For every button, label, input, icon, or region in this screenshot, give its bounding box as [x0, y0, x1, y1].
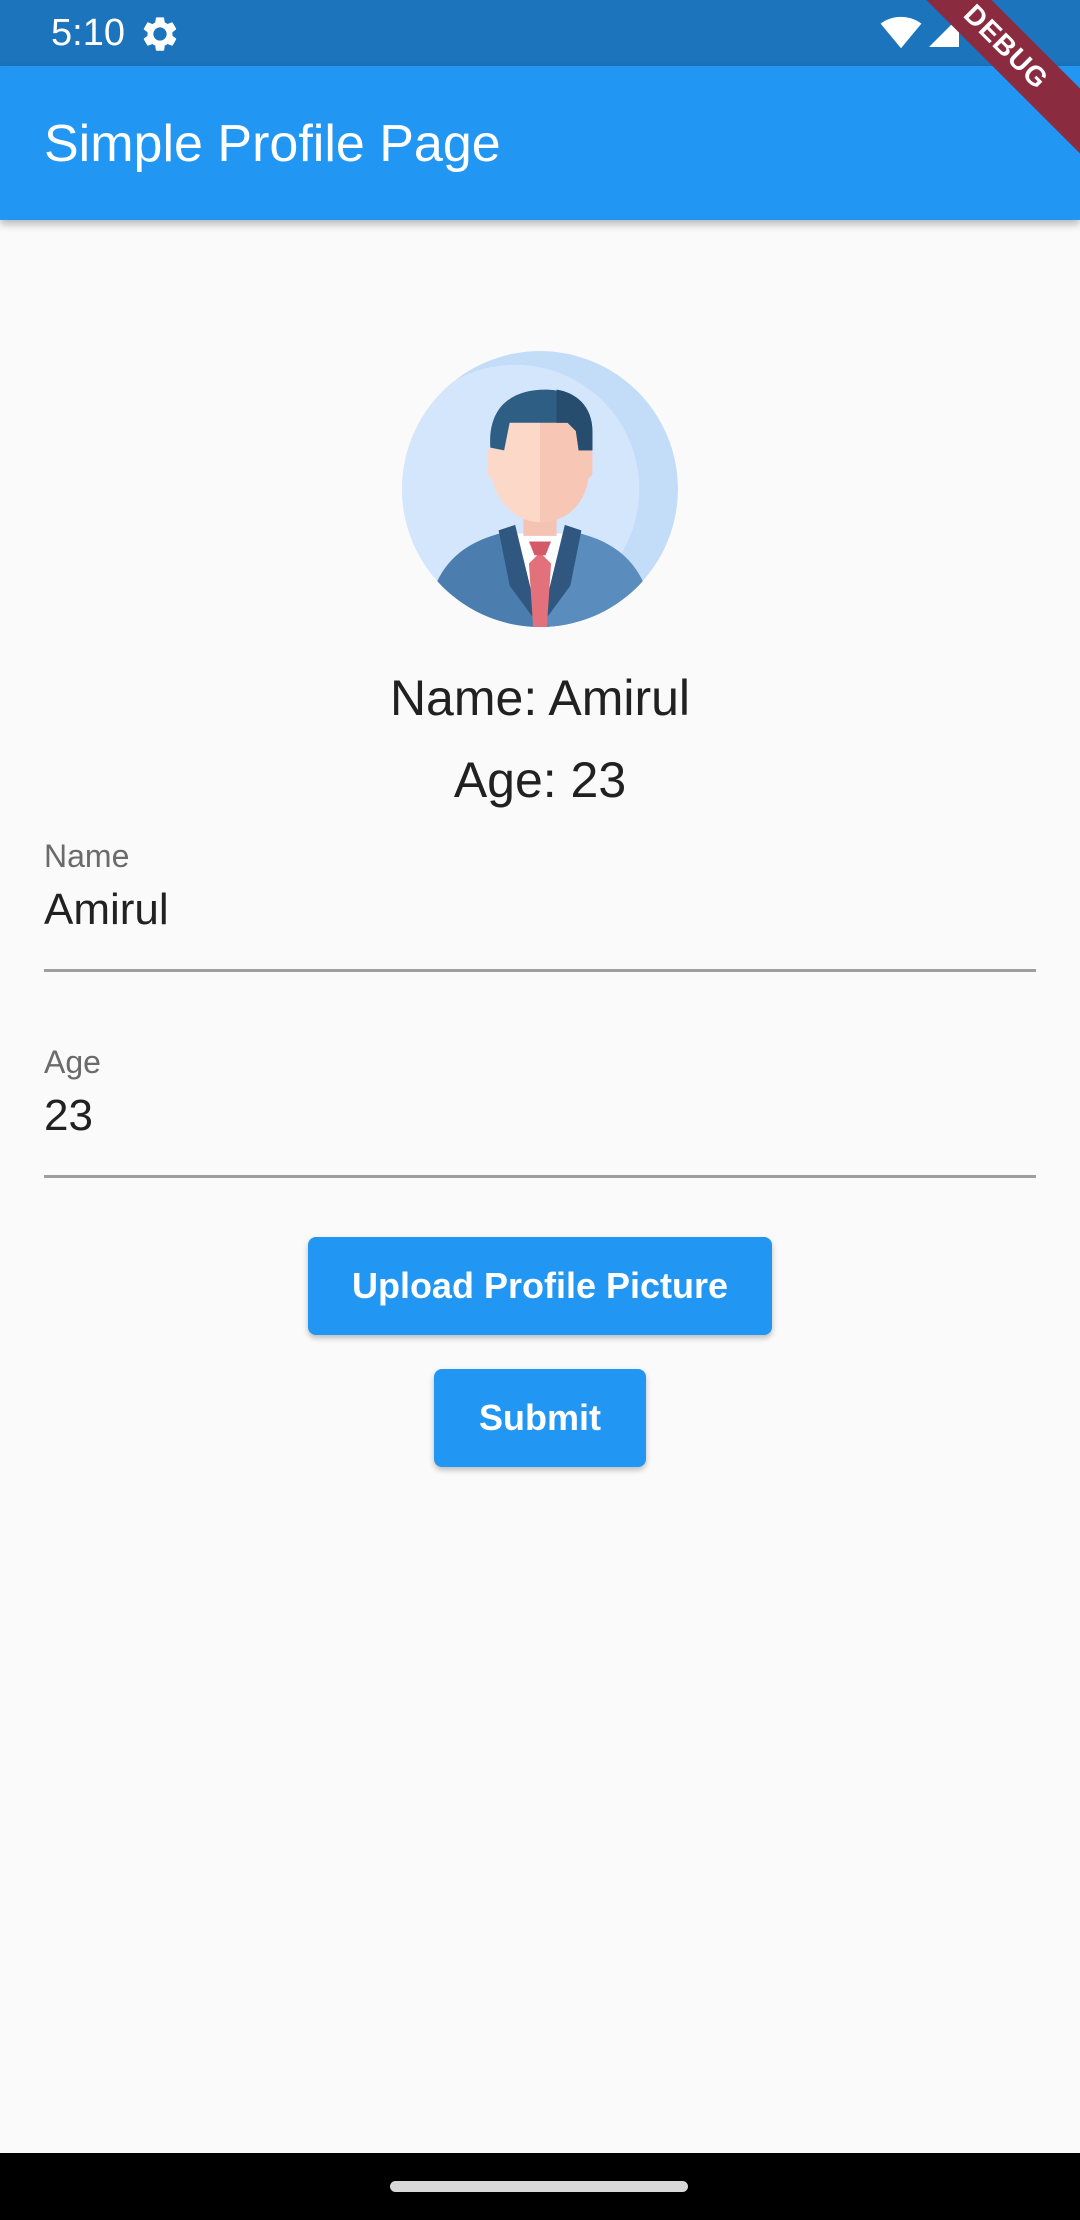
gear-icon: [143, 17, 177, 51]
upload-profile-picture-button[interactable]: Upload Profile Picture: [308, 1237, 772, 1335]
age-input[interactable]: [44, 1084, 1036, 1148]
status-time: 5:10: [51, 12, 125, 54]
wifi-icon: [880, 16, 922, 49]
home-gesture-handle[interactable]: [390, 2181, 688, 2192]
name-field-label: Name: [44, 838, 130, 874]
app-bar: Simple Profile Page: [0, 66, 1080, 220]
page-title: Simple Profile Page: [44, 115, 501, 173]
name-input[interactable]: [44, 878, 1036, 942]
profile-name-text: Name: Amirul: [389, 670, 691, 726]
name-field-underline: [44, 969, 1036, 972]
profile-age-text: Age: 23: [453, 752, 627, 808]
name-field[interactable]: Name: [44, 838, 1036, 973]
status-bar: 5:10: [0, 0, 1080, 66]
businessman-avatar-icon: [402, 351, 678, 627]
age-field[interactable]: Age: [44, 1044, 1036, 1179]
submit-button[interactable]: Submit: [434, 1369, 646, 1467]
age-field-label: Age: [44, 1044, 101, 1080]
age-field-underline: [44, 1175, 1036, 1178]
